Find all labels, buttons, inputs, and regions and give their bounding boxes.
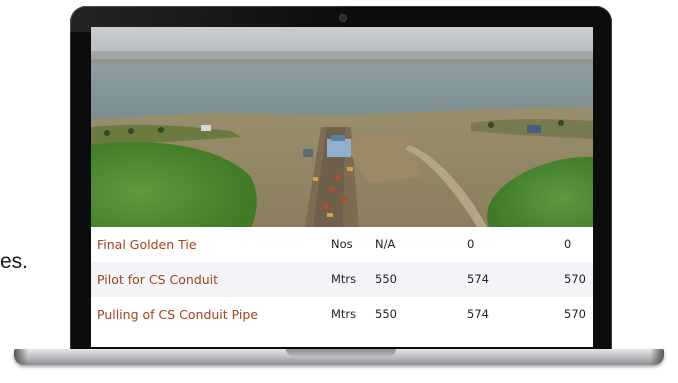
row-unit: Nos xyxy=(331,237,353,251)
site-aerial-photo xyxy=(91,27,593,227)
aerial-photo-image xyxy=(91,27,593,227)
side-text-fragment: es. xyxy=(0,250,29,273)
row-item-link[interactable]: Pilot for CS Conduit xyxy=(97,262,218,297)
table-row: Pilot for CS Conduit Mtrs 550 574 570 xyxy=(91,262,593,297)
row-value-b: 574 xyxy=(467,307,489,321)
row-value-b: 0 xyxy=(467,237,475,251)
progress-table: Final Golden Tie Nos N/A 0 0 Pilot for C… xyxy=(91,227,593,332)
webcam-icon xyxy=(340,15,346,21)
row-value-c: 0 xyxy=(564,237,572,251)
row-value-c: 570 xyxy=(564,272,586,286)
table-row: Pulling of CS Conduit Pipe Mtrs 550 574 … xyxy=(91,297,593,332)
laptop-base-edge-left xyxy=(14,349,28,365)
row-value-b: 574 xyxy=(467,272,489,286)
row-value-c: 570 xyxy=(564,307,586,321)
laptop-opening-notch xyxy=(286,349,396,356)
laptop-screen: Final Golden Tie Nos N/A 0 0 Pilot for C… xyxy=(91,27,593,347)
table-row: Final Golden Tie Nos N/A 0 0 xyxy=(91,227,593,262)
row-unit: Mtrs xyxy=(331,307,357,321)
row-unit: Mtrs xyxy=(331,272,357,286)
row-value-a: 550 xyxy=(375,307,397,321)
row-item-link[interactable]: Pulling of CS Conduit Pipe xyxy=(97,297,258,332)
row-value-a: N/A xyxy=(375,237,396,251)
row-item-link[interactable]: Final Golden Tie xyxy=(97,227,197,262)
laptop-base-edge-right xyxy=(650,349,664,365)
row-value-a: 550 xyxy=(375,272,397,286)
